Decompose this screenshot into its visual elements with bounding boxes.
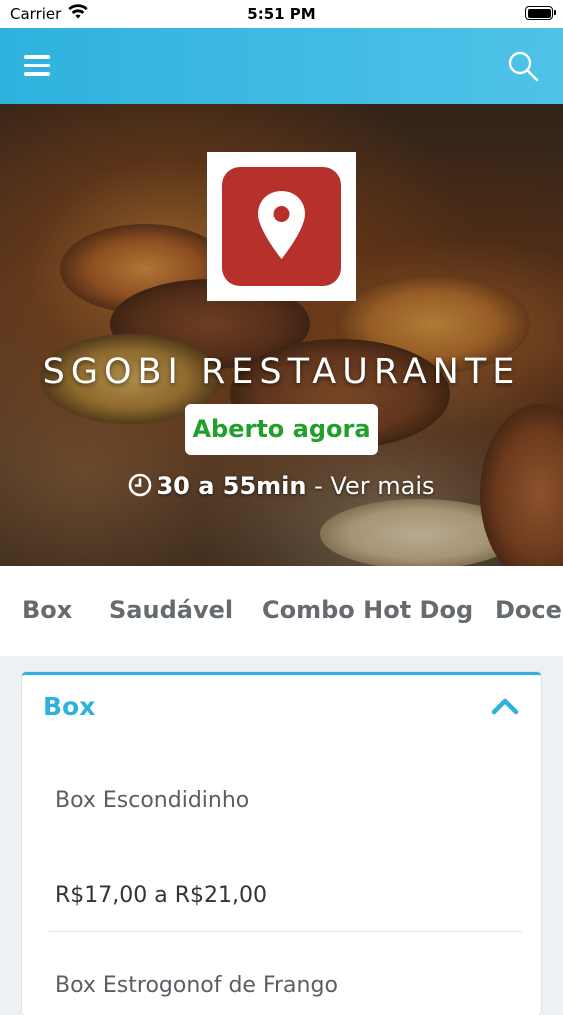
app-bar bbox=[0, 28, 563, 104]
menu-item-name[interactable]: Box Escondidinho bbox=[55, 788, 249, 813]
menu-section-card: Box Box Escondidinho R$17,00 a R$21,00 B… bbox=[22, 672, 541, 1015]
divider bbox=[49, 931, 522, 932]
category-tab-saudavel[interactable]: Saudável bbox=[109, 596, 233, 624]
battery-icon bbox=[525, 6, 556, 20]
clock-icon bbox=[129, 473, 152, 497]
restaurant-logo bbox=[207, 152, 356, 301]
map-pin-icon bbox=[258, 191, 305, 259]
category-tabs: Box Saudável Combo Hot Dog Doces bbox=[0, 566, 563, 656]
category-tab-doces[interactable]: Doces bbox=[495, 596, 563, 624]
delivery-time-row[interactable]: 30 a 55min - Ver mais bbox=[0, 472, 563, 500]
category-tab-combo-hot-dog[interactable]: Combo Hot Dog bbox=[262, 596, 473, 624]
menu-item-price: R$17,00 a R$21,00 bbox=[55, 883, 267, 908]
clock-label: 5:51 PM bbox=[247, 5, 316, 23]
restaurant-name: SGOBI RESTAURANTE bbox=[42, 352, 521, 392]
status-bar: Carrier 5:51 PM bbox=[0, 0, 563, 28]
chevron-up-icon[interactable] bbox=[491, 697, 519, 715]
see-more-link[interactable]: - Ver mais bbox=[314, 472, 434, 500]
menu-item-name[interactable]: Box Estrogonof de Frango bbox=[55, 973, 338, 998]
search-icon[interactable] bbox=[507, 50, 539, 82]
section-title[interactable]: Box bbox=[43, 692, 95, 721]
open-status-badge: Aberto agora bbox=[185, 404, 378, 455]
category-tab-box[interactable]: Box bbox=[22, 596, 72, 624]
delivery-time: 30 a 55min bbox=[156, 472, 307, 500]
restaurant-cover-image: SGOBI RESTAURANTE Aberto agora 30 a 55mi… bbox=[0, 104, 563, 566]
hamburger-menu-icon[interactable] bbox=[24, 55, 50, 77]
